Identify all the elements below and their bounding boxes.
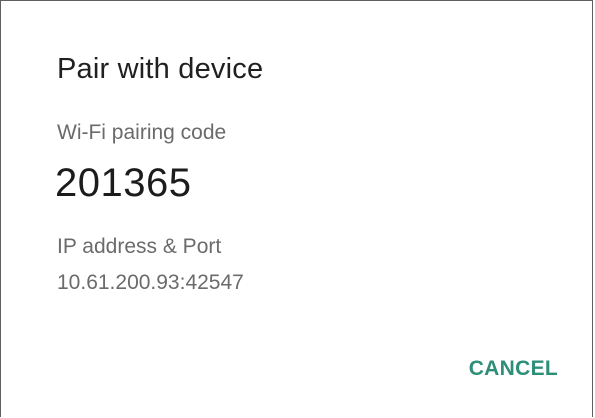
pairing-code-label: Wi-Fi pairing code xyxy=(57,121,227,144)
cancel-button[interactable]: CANCEL xyxy=(465,353,562,385)
ip-address-port-value: 10.61.200.93:42547 xyxy=(57,271,244,294)
pairing-code-value: 201365 xyxy=(55,161,192,205)
ip-address-port-label: IP address & Port xyxy=(57,235,222,258)
pair-with-device-dialog: Pair with device Wi-Fi pairing code 2013… xyxy=(1,1,594,418)
dialog-title: Pair with device xyxy=(57,53,264,85)
dialog-frame: Pair with device Wi-Fi pairing code 2013… xyxy=(0,0,593,417)
